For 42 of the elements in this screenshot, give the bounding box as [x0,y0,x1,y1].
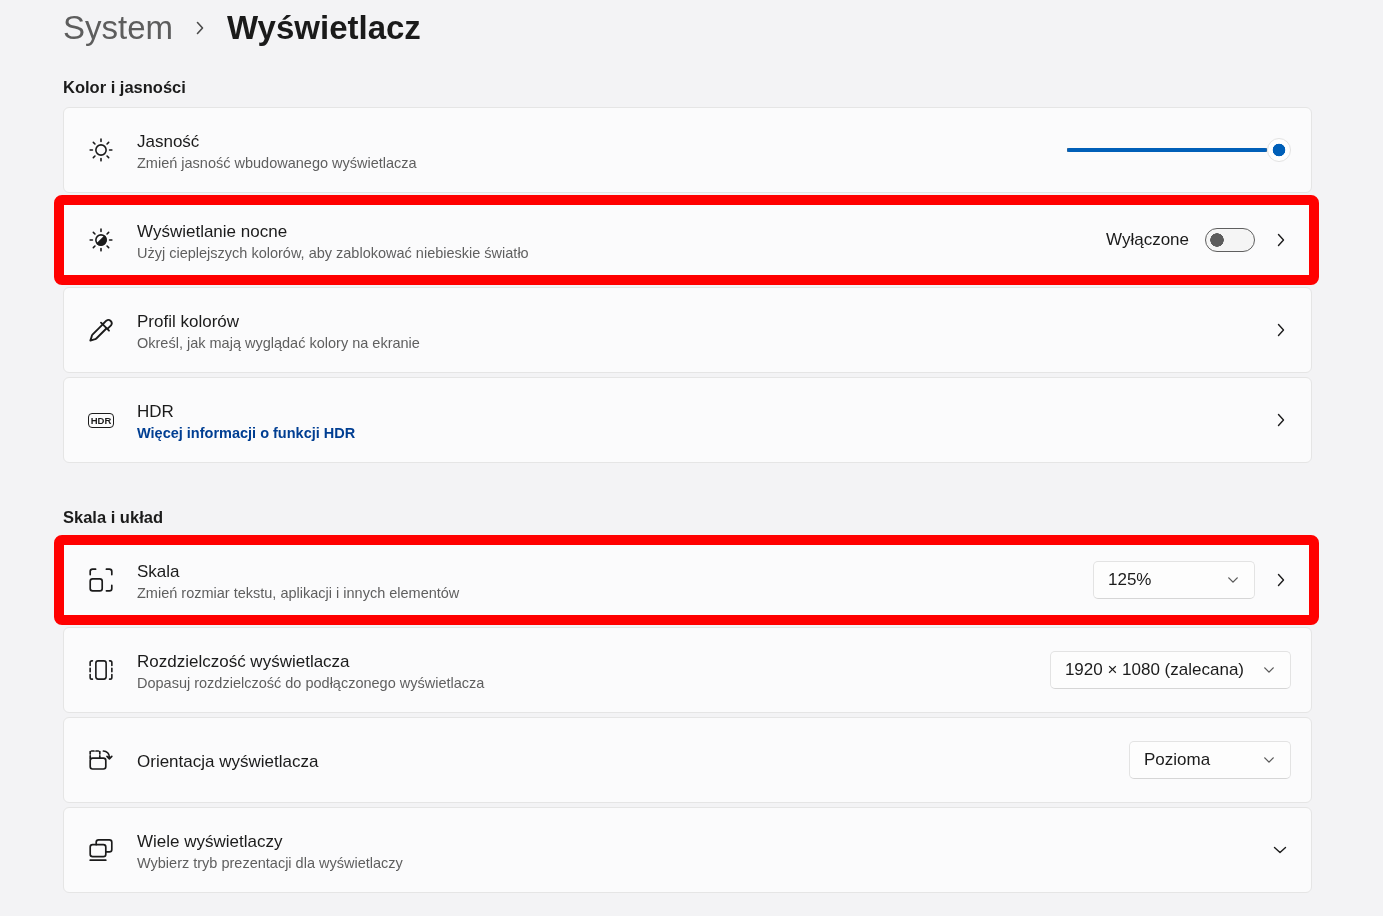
chevron-right-icon [196,21,205,35]
settings-card[interactable]: HDR HDR Więcej informacji o funkcji HDR [63,377,1312,463]
row-subtitle: Zmień jasność wbudowanego wyświetlacza [137,154,418,173]
dropdown[interactable]: 1920 × 1080 (zalecana) [1049,651,1291,689]
settings-card[interactable]: Wyświetlanie nocne Użyj cieplejszych kolorów, aby zablokować niebieskie światło Wyłączone [54,195,1319,285]
row-title: Wyświetlanie nocne [137,221,289,243]
hdr-icon: HDR [88,412,114,428]
page-title: Wyświetlacz [227,8,421,48]
rotate-screen-icon [89,748,113,772]
shaded-sun-icon [89,228,113,252]
settings-card[interactable]: Wiele wyświetlaczy Wybierz tryb prezentacji dla wyświetlaczy [63,807,1312,893]
caret-icon [1264,757,1274,763]
row-title: Rozdzielczość wyświetlacza [137,651,351,673]
row-subtitle: Dopasuj rozdzielczość do podłączonego wyświetlacza [137,674,486,693]
eyedropper-icon [89,318,113,342]
info-link[interactable]: Więcej informacji o funkcji HDR [137,423,356,443]
row-title: Profil kolorów [137,311,241,333]
section-heading: Kolor i jasności [63,77,187,98]
section-heading: Skala i układ [63,507,164,528]
resize-square-icon [89,568,113,592]
breadcrumb-link[interactable]: System [63,5,174,51]
dropdown[interactable]: 125% [1093,561,1255,599]
dropdown[interactable]: Pozioma [1129,741,1291,779]
row-title: Skala [137,561,181,583]
row-subtitle: Wybierz tryb prezentacji dla wyświetlaczy [137,854,404,873]
caret-icon [1264,667,1274,673]
row-title: Jasność [137,131,201,153]
toggle-switch[interactable] [1205,228,1255,252]
screen-brackets-icon [89,658,113,682]
toggle-status: Wyłączone [1106,229,1189,251]
row-subtitle: Użyj cieplejszych kolorów, aby zablokować niebieskie światło [137,244,530,263]
settings-card[interactable]: Profil kolorów Określ, jak mają wyglądać kolory na ekranie [63,287,1312,373]
settings-card[interactable]: Skala Zmień rozmiar tekstu, aplikacji i innych elementów 125% [54,535,1319,625]
row-title: HDR [137,401,175,423]
slider-thumb[interactable] [1267,138,1291,162]
row-subtitle: Zmień rozmiar tekstu, aplikacji i innych elementów [137,584,461,603]
sun-icon [89,138,113,162]
two-screens-icon [89,838,113,862]
row-title: Orientacja wyświetlacza [137,751,320,773]
row-title: Wiele wyświetlaczy [137,831,284,853]
row-subtitle: Określ, jak mają wyglądać kolory na ekranie [137,334,421,353]
caret-icon [1228,577,1238,583]
